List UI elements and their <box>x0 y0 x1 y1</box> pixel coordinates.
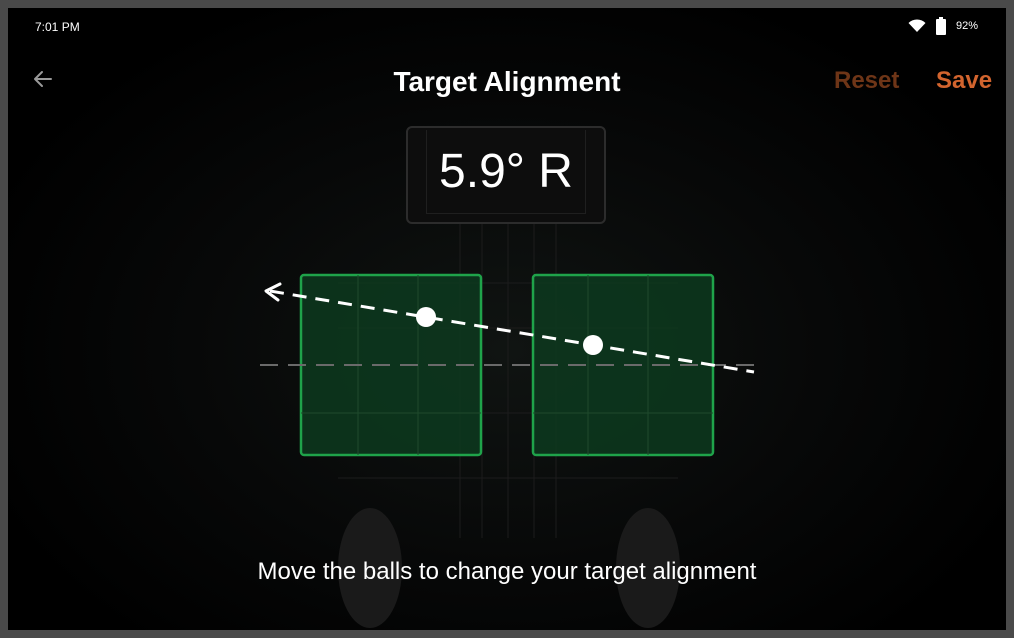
alignment-scene <box>260 223 756 628</box>
app-screen: 7:01 PM 92% Target Alignment Reset Save … <box>8 8 1006 630</box>
instruction-text: Move the balls to change your target ali… <box>257 558 757 585</box>
alignment-readout-panel: 5.9° R <box>406 126 606 224</box>
front-ball-handle[interactable] <box>416 307 436 327</box>
device-frame: 7:01 PM 92% Target Alignment Reset Save … <box>0 0 1014 638</box>
alignment-readout: 5.9° R <box>426 130 586 214</box>
back-ball-handle[interactable] <box>583 335 603 355</box>
